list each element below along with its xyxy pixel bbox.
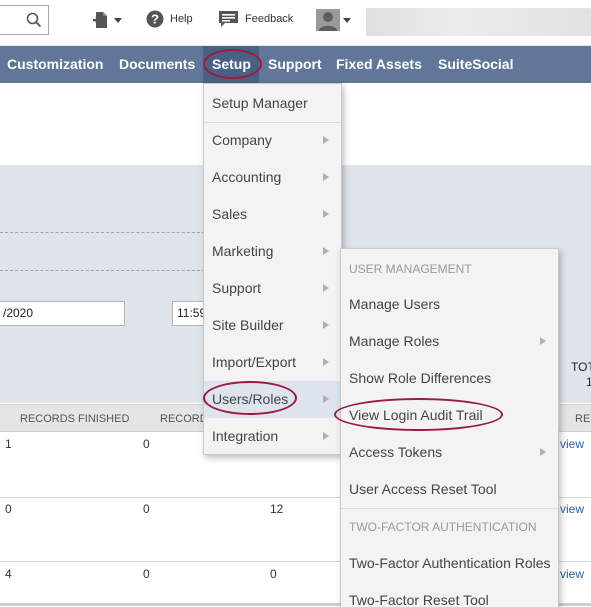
divider [0, 232, 210, 233]
menu-item-setup-manager[interactable]: Setup Manager [204, 85, 341, 122]
divider [0, 270, 210, 271]
menu-item-import-export[interactable]: Import/Export [204, 344, 341, 381]
account-name-redacted[interactable] [366, 8, 591, 36]
time-field[interactable]: 11:59 [172, 301, 206, 326]
menu-separator [341, 508, 558, 509]
nav-suitesocial[interactable]: SuiteSocial [438, 56, 513, 72]
view-link[interactable]: view [560, 502, 584, 516]
menu-item-view-login-audit-trail[interactable]: View Login Audit Trail [341, 397, 558, 434]
submenu-arrow-icon [323, 395, 329, 403]
global-search-input[interactable] [0, 5, 49, 35]
table-cell: 4 [5, 567, 12, 581]
setup-dropdown-menu: Setup Manager Company Accounting Sales M… [203, 83, 342, 455]
submenu-arrow-icon [323, 136, 329, 144]
nav-setup[interactable]: Setup [212, 56, 251, 72]
total-value: 1 [586, 375, 591, 389]
menu-item-support[interactable]: Support [204, 270, 341, 307]
column-header-records[interactable]: RECORD [160, 413, 208, 425]
nav-documents[interactable]: Documents [119, 56, 195, 72]
table-cell: 0 [143, 502, 150, 516]
menu-item-user-access-reset-tool[interactable]: User Access Reset Tool [341, 471, 558, 508]
users-roles-submenu: USER MANAGEMENT Manage Users Manage Role… [340, 248, 559, 607]
feedback-link[interactable]: Feedback [218, 10, 293, 28]
user-menu[interactable] [316, 9, 351, 31]
submenu-arrow-icon [323, 284, 329, 292]
total-label: TOT [571, 360, 591, 374]
user-avatar-icon [316, 9, 340, 31]
section-header-two-factor: TWO-FACTOR AUTHENTICATION [349, 520, 537, 534]
create-new-menu[interactable] [93, 10, 122, 30]
menu-item-manage-users[interactable]: Manage Users [341, 286, 558, 323]
column-header-re[interactable]: RE [575, 413, 590, 425]
help-icon: ? [146, 10, 164, 28]
menu-item-marketing[interactable]: Marketing [204, 233, 341, 270]
nav-fixed-assets[interactable]: Fixed Assets [336, 56, 422, 72]
menu-item-manage-roles[interactable]: Manage Roles [341, 323, 558, 360]
help-label: Help [170, 13, 193, 25]
help-link[interactable]: ? Help [146, 10, 193, 28]
menu-item-company[interactable]: Company [204, 122, 341, 159]
feedback-label: Feedback [245, 13, 294, 25]
section-header-user-management: USER MANAGEMENT [349, 262, 472, 276]
table-cell: 0 [5, 502, 12, 516]
menu-item-two-factor-roles[interactable]: Two-Factor Authentication Roles [341, 545, 558, 582]
menu-item-sales[interactable]: Sales [204, 196, 341, 233]
menu-item-show-role-differences[interactable]: Show Role Differences [341, 360, 558, 397]
submenu-arrow-icon [323, 321, 329, 329]
nav-customization[interactable]: Customization [7, 56, 103, 72]
search-icon[interactable] [26, 12, 42, 28]
chevron-down-icon [114, 17, 122, 23]
menu-item-integration[interactable]: Integration [204, 418, 341, 455]
table-cell: 0 [143, 437, 150, 451]
menu-item-access-tokens[interactable]: Access Tokens [341, 434, 558, 471]
submenu-arrow-icon [323, 210, 329, 218]
submenu-arrow-icon [323, 247, 329, 255]
menu-item-site-builder[interactable]: Site Builder [204, 307, 341, 344]
view-link[interactable]: view [560, 567, 584, 581]
svg-text:?: ? [151, 12, 159, 27]
menu-item-accounting[interactable]: Accounting [204, 159, 341, 196]
feedback-icon [219, 11, 238, 27]
column-header-records-finished[interactable]: RECORDS FINISHED [20, 413, 129, 425]
menu-item-users-roles[interactable]: Users/Roles [204, 381, 341, 418]
table-cell: 0 [143, 567, 150, 581]
nav-support[interactable]: Support [268, 56, 322, 72]
top-bar: ? Help Feedback [0, 0, 591, 46]
chevron-down-icon [343, 17, 351, 23]
table-cell: 12 [270, 502, 284, 516]
submenu-arrow-icon [323, 432, 329, 440]
view-link[interactable]: view [560, 437, 584, 451]
table-cell: 0 [270, 567, 277, 581]
submenu-arrow-icon [540, 337, 546, 345]
submenu-arrow-icon [323, 173, 329, 181]
table-cell: 1 [5, 437, 12, 451]
new-document-icon [93, 12, 107, 28]
date-field[interactable]: /2020 [0, 301, 125, 326]
submenu-arrow-icon [323, 358, 329, 366]
menu-item-two-factor-reset-tool[interactable]: Two-Factor Reset Tool [341, 582, 558, 607]
submenu-arrow-icon [540, 448, 546, 456]
